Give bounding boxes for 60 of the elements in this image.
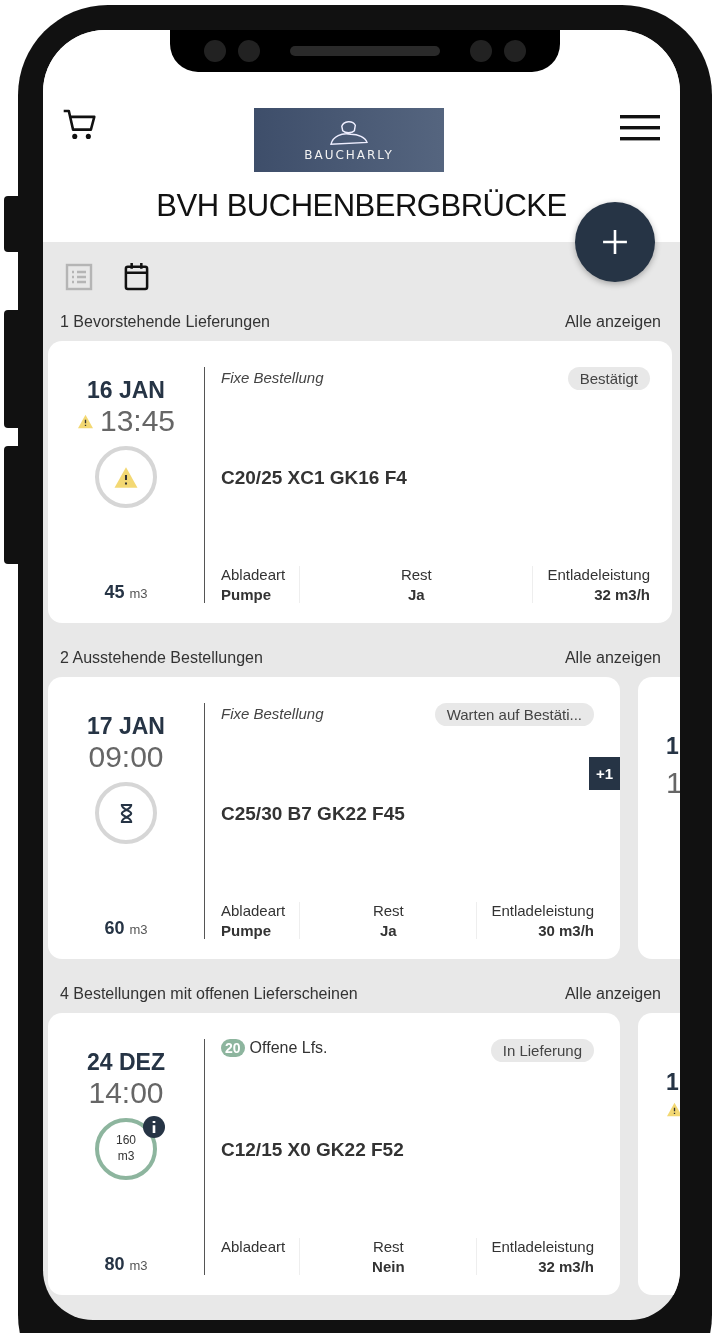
field-label: Entladeleistung xyxy=(547,566,650,583)
field-value: Pumpe xyxy=(221,586,272,603)
field-label: Rest xyxy=(372,902,404,919)
order-card[interactable]: 17 JAN 09:00 60 m3 Fixe Bestellung Warten auf Bestäti... C25/30 B7 GK22 F45 Abladeart Pumpe Rest Ja Entladeleistung 30 m3/h +1 xyxy=(48,677,620,959)
gauge-value: 160 m3 xyxy=(116,1133,136,1165)
logo-text: BAUCHARLY xyxy=(304,147,394,162)
delivery-date: 16 JAN xyxy=(87,377,165,404)
delivery-time: 14:00 xyxy=(88,1076,164,1110)
info-icon[interactable] xyxy=(143,1116,165,1138)
delivery-time: 09:00 xyxy=(88,740,164,774)
count-badge: 20 xyxy=(221,1039,245,1057)
field-value: Ja xyxy=(407,586,425,603)
field-label: Rest xyxy=(400,566,432,583)
show-all-link[interactable]: Alle anzeigen xyxy=(564,985,661,1003)
section-heading: 4 Bestellungen mit offenen Lieferscheinen xyxy=(60,985,358,1003)
field-value: 30 m3/h xyxy=(538,922,594,939)
order-type: Fixe Bestellung xyxy=(221,369,324,386)
order-card[interactable]: 1 xyxy=(638,1013,680,1295)
product-name: C20/25 XC1 GK16 F4 xyxy=(221,466,408,490)
delivery-date: 1 xyxy=(666,1069,679,1096)
order-card[interactable]: 24 DEZ 14:00 160 m3 80 m3 20 Offene Lfs. In Lieferung C12/15 X0 GK22 F52 Abladeart Rest Nein Entladeleistung 32 m3/h xyxy=(48,1013,620,1295)
volume-text: 45 m3 xyxy=(104,582,148,603)
status-badge: Bestätigt xyxy=(567,367,650,390)
add-button[interactable] xyxy=(575,202,655,282)
hourglass-icon xyxy=(118,802,134,824)
delivery-date: 17 JAN xyxy=(87,713,165,740)
show-all-link[interactable]: Alle anzeigen xyxy=(564,649,661,667)
cart-icon[interactable] xyxy=(62,108,96,141)
product-name: C25/30 B7 GK22 F45 xyxy=(221,802,406,826)
volume-text: 60 m3 xyxy=(104,918,148,939)
field-label: Rest xyxy=(372,1238,404,1255)
field-label: Entladeleistung xyxy=(491,1238,594,1255)
product-name: C12/15 X0 GK22 F52 xyxy=(221,1138,405,1162)
field-label: Abladeart xyxy=(221,902,286,919)
section-heading: 1 Bevorstehende Lieferungen xyxy=(60,313,270,331)
plus-icon xyxy=(602,229,628,255)
warning-icon xyxy=(113,465,139,489)
field-value: Nein xyxy=(372,1258,405,1275)
order-type: Fixe Bestellung xyxy=(221,705,324,722)
field-value: 32 m3/h xyxy=(594,586,650,603)
field-label: Abladeart xyxy=(221,566,286,583)
show-all-link[interactable]: Alle anzeigen xyxy=(564,313,661,331)
extra-count-badge[interactable]: +1 xyxy=(588,757,620,790)
status-badge: In Lieferung xyxy=(490,1039,594,1062)
delivery-time: 13:45 xyxy=(99,404,176,438)
delivery-date: 24 DEZ xyxy=(87,1049,165,1076)
field-label: Entladeleistung xyxy=(491,902,594,919)
field-value: Pumpe xyxy=(221,922,272,939)
project-title: BVH BUCHENBERGBRÜCKE xyxy=(43,172,680,242)
field-value: Ja xyxy=(379,922,397,939)
section-heading: 2 Ausstehende Bestellungen xyxy=(60,649,263,667)
status-badge: Warten auf Bestäti... xyxy=(434,703,594,726)
order-card[interactable]: 16 JAN 13:45 45 m3 Fixe Bestellung Bestätigt C20/25 XC1 GK16 F4 Abladeart Pumpe Rest Ja Entladeleistung 32 m3/h xyxy=(48,341,672,623)
field-value: 32 m3/h xyxy=(538,1258,594,1275)
calendar-icon[interactable] xyxy=(123,262,150,291)
delivery-date: 1 xyxy=(666,733,679,760)
field-label: Abladeart xyxy=(221,1238,286,1255)
menu-icon[interactable] xyxy=(620,115,660,141)
volume-text: 80 m3 xyxy=(104,1254,148,1275)
open-slips-label: Offene Lfs. xyxy=(249,1039,328,1057)
